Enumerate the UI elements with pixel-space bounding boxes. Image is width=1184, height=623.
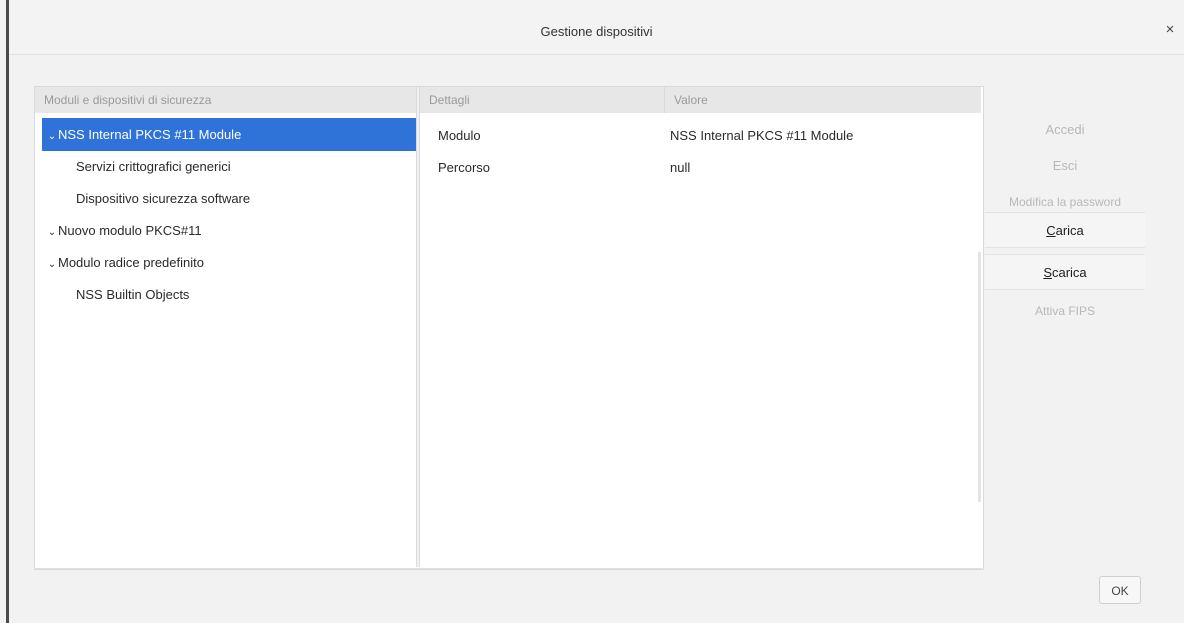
chevron-down-icon[interactable]: ⌄: [46, 217, 58, 249]
tree-item-dispositivo-software[interactable]: Dispositivo sicurezza software: [42, 183, 416, 215]
tree-item-label: Dispositivo sicurezza software: [76, 191, 251, 206]
carica-button[interactable]: Carica: [985, 212, 1145, 248]
detail-value: null: [670, 160, 691, 175]
tree-item-label: NSS Internal PKCS #11 Module: [58, 127, 242, 142]
table-row[interactable]: Modulo NSS Internal PKCS #11 Module: [420, 120, 981, 152]
attiva-fips-button[interactable]: Attiva FIPS: [985, 293, 1145, 329]
details-table: Dettagli Valore Modulo NSS Internal PKCS…: [420, 87, 981, 567]
scarica-accesskey: S: [1043, 265, 1052, 280]
scarica-button[interactable]: Scarica: [985, 254, 1145, 290]
carica-accesskey: C: [1046, 223, 1056, 238]
chevron-down-icon[interactable]: ⌄: [46, 120, 58, 153]
tree-item-servizi-crittografici[interactable]: Servizi crittografici generici: [42, 151, 416, 183]
details-rows: Modulo NSS Internal PKCS #11 Module Perc…: [420, 120, 981, 184]
window-title: Gestione dispositivi: [540, 24, 653, 39]
window-left-edge: [6, 0, 9, 623]
close-icon[interactable]: ×: [1162, 20, 1178, 40]
title-bar: Gestione dispositivi: [9, 0, 1184, 55]
ok-button[interactable]: OK: [1099, 576, 1141, 604]
chevron-down-icon[interactable]: ⌄: [46, 249, 58, 281]
tree-item-label: Nuovo modulo PKCS#11: [58, 223, 202, 238]
esci-button[interactable]: Esci: [985, 148, 1145, 184]
tree-item-nss-internal-module[interactable]: ⌄ NSS Internal PKCS #11 Module: [42, 118, 416, 151]
device-manager-window: Gestione dispositivi × Moduli e disposit…: [0, 0, 1184, 623]
tree-item-modulo-radice[interactable]: ⌄ Modulo radice predefinito: [42, 247, 416, 279]
bottom-divider: [34, 568, 982, 569]
accedi-button[interactable]: Accedi: [985, 112, 1145, 148]
tree-item-nuovo-modulo[interactable]: ⌄ Nuovo modulo PKCS#11: [42, 215, 416, 247]
carica-label: arica: [1055, 223, 1084, 238]
tree-item-label: Servizi crittografici generici: [76, 159, 231, 174]
value-column-header[interactable]: Valore: [665, 87, 981, 113]
tree-item-nss-builtin-objects[interactable]: NSS Builtin Objects: [42, 279, 416, 311]
tree-item-label: NSS Builtin Objects: [76, 287, 190, 302]
detail-value: NSS Internal PKCS #11 Module: [670, 128, 854, 143]
tree-item-label: Modulo radice predefinito: [58, 255, 204, 270]
scarica-label: carica: [1051, 265, 1087, 280]
details-column-header[interactable]: Dettagli: [420, 87, 665, 113]
detail-key: Percorso: [438, 160, 491, 175]
detail-key: Modulo: [438, 128, 481, 143]
tree-column-header[interactable]: Moduli e dispositivi di sicurezza: [35, 87, 416, 113]
table-row[interactable]: Percorso null: [420, 152, 981, 184]
vertical-scrollbar[interactable]: [978, 252, 981, 502]
tree-list: ⌄ NSS Internal PKCS #11 Module Servizi cr…: [42, 118, 416, 311]
